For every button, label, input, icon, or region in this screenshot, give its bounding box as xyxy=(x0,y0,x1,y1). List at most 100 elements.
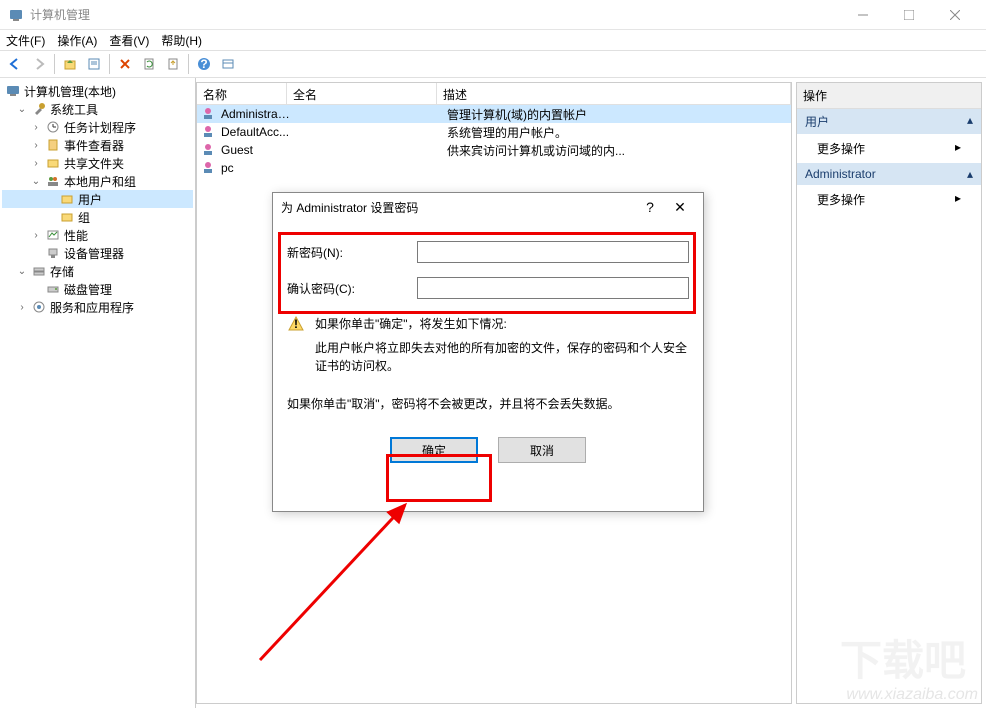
actions-more-label: 更多操作 xyxy=(817,140,865,157)
warning-icon: ! xyxy=(287,315,307,375)
tree-groups-label: 组 xyxy=(78,209,90,226)
help-button[interactable]: ? xyxy=(193,53,215,75)
titlebar: 计算机管理 xyxy=(0,0,986,30)
collapse-icon[interactable]: ⌄ xyxy=(30,176,42,187)
actions-block-users[interactable]: 用户 ▴ xyxy=(797,109,981,134)
close-button[interactable] xyxy=(932,0,978,30)
row-desc: 系统管理的用户帐户。 xyxy=(441,124,791,141)
warning-row: ! 如果你单击"确定"，将发生如下情况: 此用户帐户将立即失去对他的所有加密的文… xyxy=(287,315,689,375)
menu-file[interactable]: 文件(F) xyxy=(6,32,45,49)
chevron-right-icon: ▸ xyxy=(955,140,961,157)
export-button[interactable] xyxy=(162,53,184,75)
tree-task[interactable]: › 任务计划程序 xyxy=(2,118,193,136)
dialog-close-button[interactable]: ✕ xyxy=(665,199,695,216)
list-header: 名称 全名 描述 xyxy=(197,83,791,105)
back-button[interactable] xyxy=(4,53,26,75)
expand-icon[interactable]: › xyxy=(16,302,28,313)
dialog-help-button[interactable]: ? xyxy=(635,199,665,215)
event-icon xyxy=(45,137,61,153)
svg-text:!: ! xyxy=(294,317,298,331)
row-name: Guest xyxy=(221,143,291,157)
expand-icon[interactable]: › xyxy=(30,140,42,151)
menu-view[interactable]: 查看(V) xyxy=(109,32,149,49)
svg-text:?: ? xyxy=(200,57,207,71)
col-name[interactable]: 名称 xyxy=(197,83,287,104)
tree-devmgr[interactable]: 设备管理器 xyxy=(2,244,193,262)
info-text: 如果你单击"取消"，密码将不会被更改，并且将不会丢失数据。 xyxy=(287,395,689,413)
warning-text-1: 如果你单击"确定"，将发生如下情况: xyxy=(315,315,689,333)
user-icon xyxy=(201,124,217,140)
minimize-button[interactable] xyxy=(840,0,886,30)
menu-action[interactable]: 操作(A) xyxy=(57,32,97,49)
delete-button[interactable] xyxy=(114,53,136,75)
expand-icon[interactable]: › xyxy=(30,230,42,241)
nav-tree: 计算机管理(本地) ⌄ 系统工具 › 任务计划程序 › 事件查看器 › 共享文件… xyxy=(0,78,196,708)
window-title: 计算机管理 xyxy=(30,6,840,23)
collapse-icon[interactable]: ⌄ xyxy=(16,266,28,277)
tree-perf[interactable]: › 性能 xyxy=(2,226,193,244)
cancel-button[interactable]: 取消 xyxy=(498,437,586,463)
list-row[interactable]: Guest 供来宾访问计算机或访问域的内... xyxy=(197,141,791,159)
row-desc: 供来宾访问计算机或访问域的内... xyxy=(441,142,791,159)
actions-more-label: 更多操作 xyxy=(817,191,865,208)
tree-storage[interactable]: ⌄ 存储 xyxy=(2,262,193,280)
tree-shared[interactable]: › 共享文件夹 xyxy=(2,154,193,172)
list-row[interactable]: pc xyxy=(197,159,791,177)
col-desc[interactable]: 描述 xyxy=(437,83,791,104)
actions-more-admin[interactable]: 更多操作 ▸ xyxy=(797,185,981,214)
menu-help[interactable]: 帮助(H) xyxy=(161,32,202,49)
maximize-button[interactable] xyxy=(886,0,932,30)
confirm-password-label: 确认密码(C): xyxy=(287,280,417,297)
row-desc: 管理计算机(域)的内置帐户 xyxy=(441,106,791,123)
device-icon xyxy=(45,245,61,261)
folder-icon xyxy=(59,191,75,207)
menubar: 文件(F) 操作(A) 查看(V) 帮助(H) xyxy=(0,30,986,50)
actions-block-admin[interactable]: Administrator ▴ xyxy=(797,163,981,185)
forward-button[interactable] xyxy=(28,53,50,75)
row-name: DefaultAcc... xyxy=(221,125,291,139)
properties-button[interactable] xyxy=(83,53,105,75)
new-password-input[interactable] xyxy=(417,241,689,263)
tree-event[interactable]: › 事件查看器 xyxy=(2,136,193,154)
folder-icon xyxy=(59,209,75,225)
tree-event-label: 事件查看器 xyxy=(64,137,124,154)
disk-icon xyxy=(45,281,61,297)
new-password-row: 新密码(N): xyxy=(287,237,689,267)
tree-services[interactable]: › 服务和应用程序 xyxy=(2,298,193,316)
actions-header: 操作 xyxy=(797,83,981,109)
expand-icon[interactable]: › xyxy=(30,122,42,133)
col-full[interactable]: 全名 xyxy=(287,83,437,104)
tree-systools[interactable]: ⌄ 系统工具 xyxy=(2,100,193,118)
dialog-titlebar: 为 Administrator 设置密码 ? ✕ xyxy=(273,193,703,221)
user-icon xyxy=(201,160,217,176)
actions-more-users[interactable]: 更多操作 ▸ xyxy=(797,134,981,163)
tree-groups[interactable]: 组 xyxy=(2,208,193,226)
tree-root-label: 计算机管理(本地) xyxy=(24,83,116,100)
tree-users[interactable]: 用户 xyxy=(2,190,193,208)
toolbar: ? xyxy=(0,50,986,78)
tree-diskmgr-label: 磁盘管理 xyxy=(64,281,112,298)
up-button[interactable] xyxy=(59,53,81,75)
collapse-icon: ▴ xyxy=(967,113,973,130)
new-password-label: 新密码(N): xyxy=(287,244,417,261)
collapse-icon: ▴ xyxy=(967,167,973,181)
tree-diskmgr[interactable]: 磁盘管理 xyxy=(2,280,193,298)
set-password-dialog: 为 Administrator 设置密码 ? ✕ 新密码(N): 确认密码(C)… xyxy=(272,192,704,512)
view-button[interactable] xyxy=(217,53,239,75)
expand-icon[interactable]: › xyxy=(30,158,42,169)
refresh-button[interactable] xyxy=(138,53,160,75)
collapse-icon[interactable]: ⌄ xyxy=(16,104,28,115)
storage-icon xyxy=(31,263,47,279)
user-icon xyxy=(201,142,217,158)
list-row[interactable]: DefaultAcc... 系统管理的用户帐户。 xyxy=(197,123,791,141)
perf-icon xyxy=(45,227,61,243)
user-icon xyxy=(201,106,217,122)
tree-task-label: 任务计划程序 xyxy=(64,119,136,136)
watermark-url: www.xiazaiba.com xyxy=(846,686,978,704)
tree-root[interactable]: 计算机管理(本地) xyxy=(2,82,193,100)
ok-button[interactable]: 确定 xyxy=(390,437,478,463)
list-row[interactable]: Administrat... 管理计算机(域)的内置帐户 xyxy=(197,105,791,123)
dialog-title: 为 Administrator 设置密码 xyxy=(281,199,635,216)
tree-localusers[interactable]: ⌄ 本地用户和组 xyxy=(2,172,193,190)
confirm-password-input[interactable] xyxy=(417,277,689,299)
